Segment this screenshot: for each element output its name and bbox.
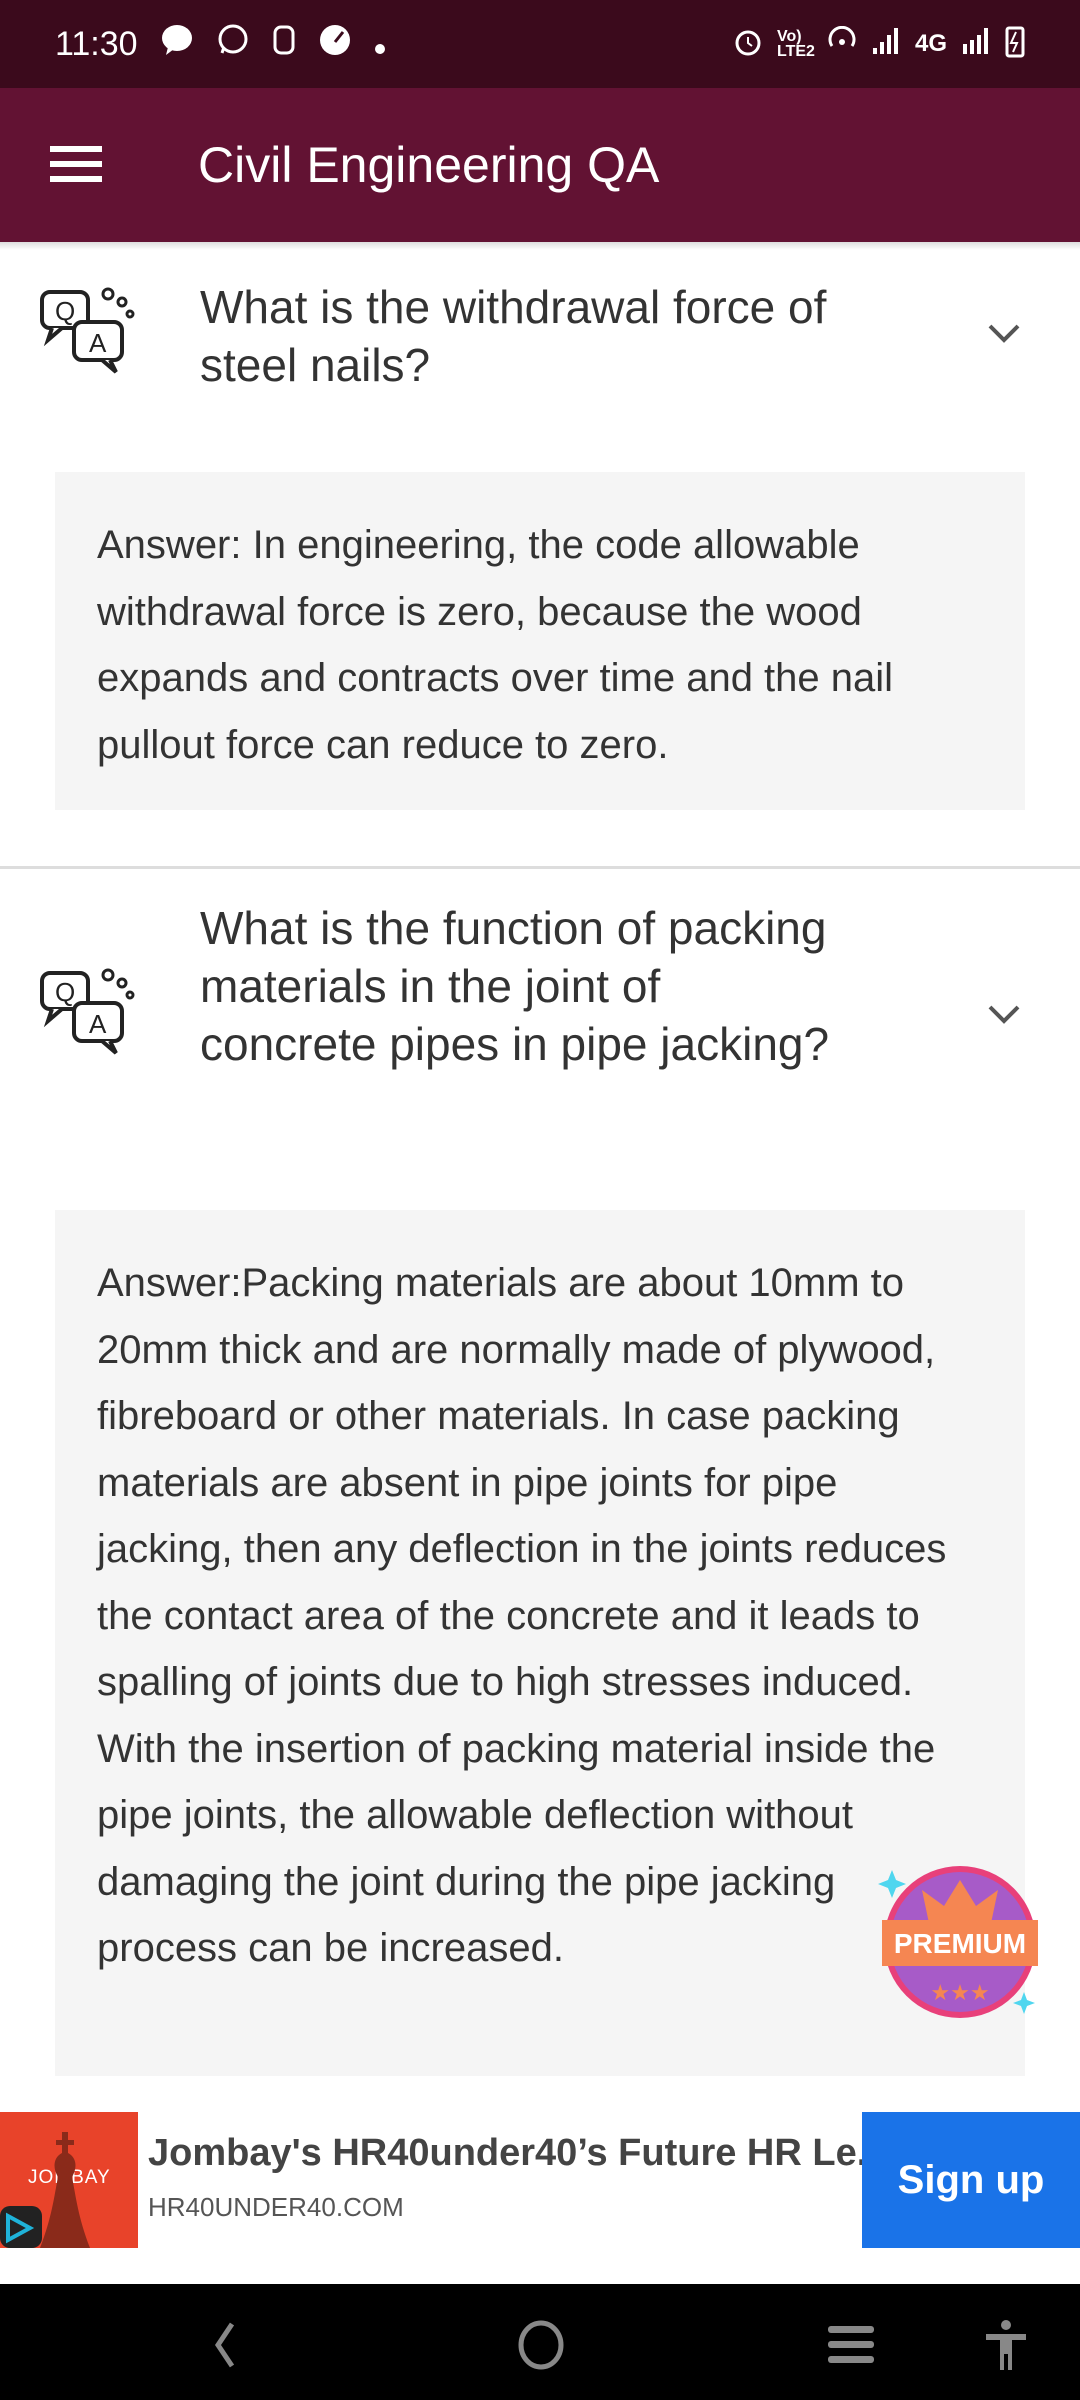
chevron-down-icon[interactable] (984, 318, 1024, 348)
hotspot-icon (827, 25, 857, 63)
app-title: Civil Engineering QA (198, 137, 660, 193)
battery-charging-icon (1005, 24, 1025, 65)
sign-up-button[interactable]: Sign up (862, 2112, 1080, 2248)
question-text: What is the function of packing material… (200, 902, 830, 1070)
signal-icon (871, 26, 901, 63)
question-text: What is the withdrawal force of steel na… (200, 281, 827, 391)
navigation-bar (0, 2284, 1080, 2400)
network-type: 4G (914, 30, 947, 57)
qa-icon: Q A (40, 287, 135, 374)
status-bar: 11:30 Vo) LTE2 4G (0, 0, 1080, 88)
app-bar: Civil Engineering QA (0, 88, 1080, 242)
premium-crown-badge-icon: PREMIUM ★★★ (878, 1866, 1038, 2018)
svg-text:A: A (89, 328, 107, 358)
svg-text:A: A (89, 1009, 107, 1039)
svg-text:Q: Q (55, 977, 75, 1007)
ad-image[interactable]: JOMBAY (0, 2112, 138, 2248)
recent-apps-icon[interactable] (826, 2324, 876, 2366)
home-icon[interactable] (516, 2318, 566, 2372)
answer-text: Answer: In engineering, the code allowab… (55, 472, 1025, 810)
back-icon[interactable] (210, 2320, 240, 2370)
ad-url: HR40UNDER40.COM (148, 2192, 404, 2222)
whatsapp-icon (216, 23, 250, 66)
svg-text:Q: Q (55, 296, 75, 326)
app-bar-shadow (0, 242, 1080, 250)
chess-king-icon (40, 2132, 90, 2248)
divider (0, 866, 1080, 869)
ad-banner[interactable]: JOMBAY Jombay's HR40under40’s Future HR … (0, 2112, 1080, 2248)
more-notifications-dot-icon (374, 25, 386, 64)
message-icon (160, 23, 194, 66)
app-notification-icon (272, 23, 296, 66)
accessibility-icon[interactable] (984, 2320, 1028, 2374)
ad-title[interactable]: Jombay's HR40under40’s Future HR Le... (148, 2132, 888, 2175)
qa-icon: Q A (40, 968, 135, 1055)
chevron-down-icon[interactable] (984, 999, 1024, 1029)
volte-indicator: Vo) LTE2 (776, 28, 815, 60)
hamburger-menu-icon[interactable] (50, 146, 102, 182)
adchoices-icon[interactable] (0, 2206, 42, 2248)
speedometer-icon (318, 23, 352, 66)
premium-badge[interactable]: PREMIUM ★★★ (872, 1850, 1048, 2020)
status-time: 11:30 (55, 24, 138, 63)
alarm-icon (733, 25, 763, 64)
premium-label: PREMIUM (894, 1928, 1026, 1959)
signal-2-icon (961, 26, 991, 63)
svg-text:★★★: ★★★ (930, 1981, 989, 2006)
